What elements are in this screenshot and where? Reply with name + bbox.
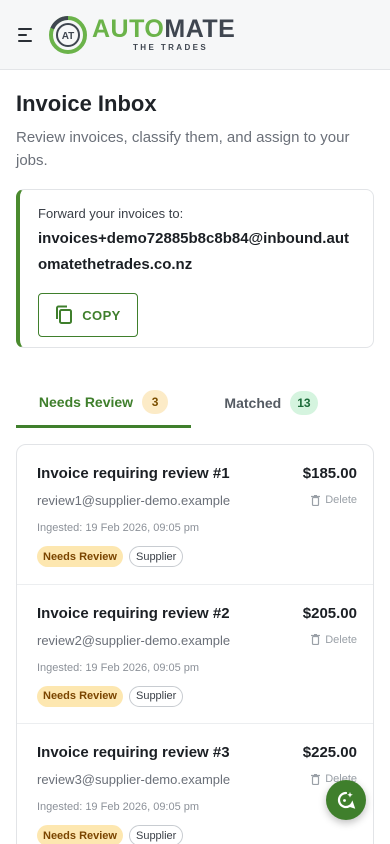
tab-label: Needs Review xyxy=(38,393,134,410)
copy-icon xyxy=(56,305,73,324)
copy-button[interactable]: COPY xyxy=(38,293,138,337)
invoice-sender: review3@supplier-demo.example xyxy=(37,772,231,787)
trash-icon xyxy=(311,773,321,785)
tab-bar: Needs Review 3 Matched 13 xyxy=(16,378,374,428)
invoice-tags: Needs Review Supplier xyxy=(37,546,357,567)
assistant-fab-button[interactable] xyxy=(326,780,366,820)
delete-button[interactable]: Delete xyxy=(311,634,357,646)
invoice-tags: Needs Review Supplier xyxy=(37,825,357,844)
page-title: Invoice Inbox xyxy=(16,91,157,116)
forward-label: Forward your invoices to: xyxy=(38,206,184,221)
tab-label: Matched xyxy=(224,395,282,411)
delete-button[interactable]: Delete xyxy=(311,494,357,506)
delete-label: Delete xyxy=(325,633,357,646)
status-badge: Needs Review xyxy=(37,825,123,844)
tab-count-badge: 3 xyxy=(142,389,169,414)
invoice-row[interactable]: Invoice requiring review #3 $225.00 revi… xyxy=(17,724,373,844)
forward-email[interactable]: invoices+demo72885b8c8b84@inbound.automa… xyxy=(38,226,355,278)
invoice-row[interactable]: Invoice requiring review #1 $185.00 revi… xyxy=(17,445,373,585)
tab-needs-review[interactable]: Needs Review 3 xyxy=(16,378,191,428)
logo-text: AUTOMATE THE TRADES xyxy=(92,17,235,52)
top-bar: AT AUTOMATE THE TRADES xyxy=(0,0,390,70)
status-badge: Needs Review xyxy=(37,546,123,567)
category-badge: Supplier xyxy=(128,546,184,567)
category-badge: Supplier xyxy=(128,825,184,844)
logo-mate: MATE xyxy=(164,15,236,43)
invoice-date: Ingested: 19 Feb 2026, 09:05 pm xyxy=(37,522,200,534)
invoice-date: Ingested: 19 Feb 2026, 09:05 pm xyxy=(37,801,200,813)
invoice-amount: $185.00 xyxy=(302,465,357,482)
sparkle-chat-icon xyxy=(337,791,356,809)
page-subtitle: Review invoices, classify them, and assi… xyxy=(16,129,350,169)
invoice-amount: $225.00 xyxy=(302,744,357,761)
logo-tagline: THE TRADES xyxy=(133,43,209,52)
invoice-sender: review1@supplier-demo.example xyxy=(37,493,231,508)
menu-icon[interactable] xyxy=(18,27,36,42)
tab-count-badge: 13 xyxy=(290,391,318,415)
category-badge: Supplier xyxy=(128,685,184,707)
delete-label: Delete xyxy=(325,494,357,506)
copy-label: COPY xyxy=(82,307,121,323)
svg-text:AT: AT xyxy=(62,31,75,42)
invoice-amount: $205.00 xyxy=(302,604,357,622)
invoice-sender: review2@supplier-demo.example xyxy=(37,632,231,648)
logo-mark-icon: AT xyxy=(49,15,87,54)
logo-auto: AUTO xyxy=(92,15,165,43)
invoice-tags: Needs Review Supplier xyxy=(37,685,357,707)
trash-icon xyxy=(311,634,321,645)
forward-email-card: Forward your invoices to: invoices+demo7… xyxy=(16,189,374,348)
trash-icon xyxy=(311,494,321,506)
tab-matched[interactable]: Matched 13 xyxy=(191,378,351,428)
logo[interactable]: AT AUTOMATE THE TRADES xyxy=(48,15,235,55)
invoice-date: Ingested: 19 Feb 2026, 09:05 pm xyxy=(37,661,200,674)
invoice-row[interactable]: Invoice requiring review #2 $205.00 revi… xyxy=(17,585,373,724)
main-content: Invoice Inbox Review invoices, classify … xyxy=(0,91,390,844)
status-badge: Needs Review xyxy=(37,685,123,707)
invoice-list: Invoice requiring review #1 $185.00 revi… xyxy=(16,444,374,844)
